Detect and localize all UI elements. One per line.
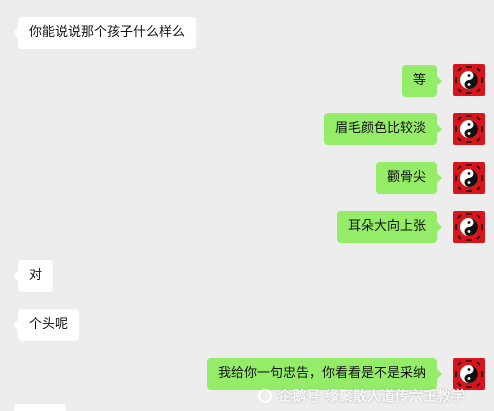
message-bubble[interactable]: 耳朵大向上张 bbox=[336, 211, 443, 243]
message-outgoing: 颧骨尖 bbox=[375, 162, 443, 194]
message-outgoing: 等 bbox=[401, 65, 443, 97]
message-outgoing: 眉毛颜色比较淡 bbox=[323, 113, 443, 145]
message-bubble[interactable]: 等 bbox=[401, 65, 443, 97]
yin-yang-bagua-icon bbox=[455, 66, 483, 94]
watermark-text: 企鹅号 缘聚散人道传六壬教学 bbox=[278, 389, 465, 405]
message-bubble[interactable]: 眉毛颜色比较淡 bbox=[323, 113, 443, 145]
message-incoming: 你能说说那个孩子什么样么 bbox=[12, 17, 197, 49]
chat-area: 你能说说那个孩子什么样么 等 眉毛颜色比较淡 颧骨尖 耳朵大向上张 对 个头呢 … bbox=[0, 0, 494, 411]
message-bubble-partial bbox=[14, 404, 66, 411]
watermark: 企鹅号 缘聚散人道传六壬教学 bbox=[258, 386, 465, 406]
message-bubble[interactable]: 颧骨尖 bbox=[375, 162, 443, 194]
avatar[interactable] bbox=[453, 113, 485, 145]
avatar[interactable] bbox=[453, 211, 485, 243]
yin-yang-bagua-icon bbox=[455, 213, 483, 241]
message-bubble[interactable]: 个头呢 bbox=[12, 309, 80, 341]
message-incoming: 个头呢 bbox=[12, 309, 80, 341]
avatar[interactable] bbox=[453, 64, 485, 96]
penguin-logo-icon bbox=[258, 389, 272, 403]
message-incoming: 对 bbox=[12, 260, 54, 292]
message-bubble[interactable]: 对 bbox=[12, 260, 54, 292]
avatar[interactable] bbox=[453, 162, 485, 194]
yin-yang-bagua-icon bbox=[455, 164, 483, 192]
message-outgoing: 耳朵大向上张 bbox=[336, 211, 443, 243]
yin-yang-bagua-icon bbox=[455, 115, 483, 143]
message-bubble[interactable]: 你能说说那个孩子什么样么 bbox=[12, 17, 197, 49]
